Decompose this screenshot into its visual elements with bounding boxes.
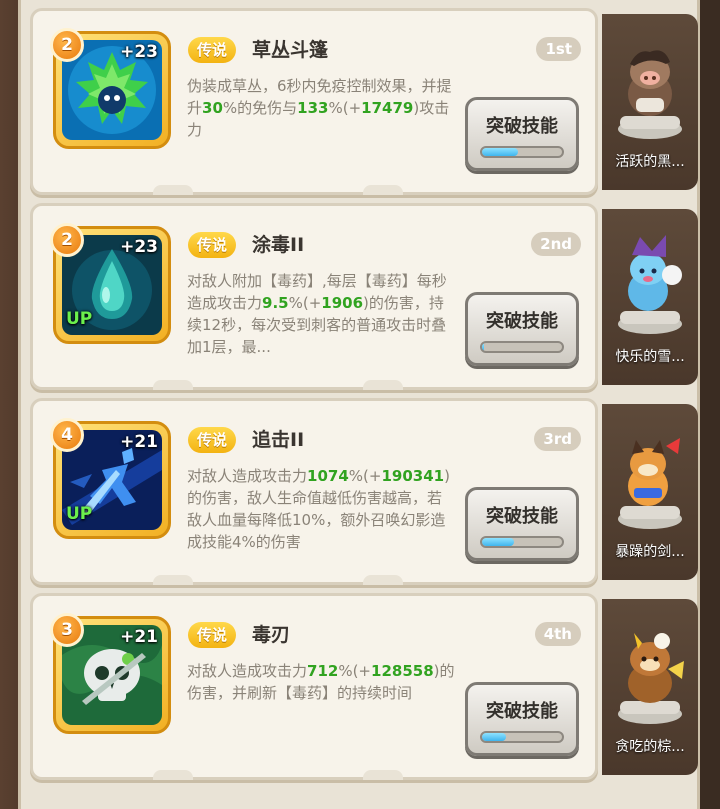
hero-panel[interactable]: 贪吃的棕... — [602, 599, 698, 775]
breakthrough-button-label: 突破技能 — [486, 701, 558, 722]
breakthrough-button[interactable]: 突破技能 — [465, 487, 579, 561]
breakthrough-progress — [480, 341, 564, 353]
skill-row: 4 +21 UP 传说 追击II 3rd 对敌人造成攻击力1074%(+1903… — [30, 398, 700, 593]
skill-card[interactable]: 2 +23 传说 草丛斗篷 1st 伪装成草丛，6秒内免疫控制效果，并提升30%… — [30, 8, 598, 195]
rarity-tag: 传说 — [188, 622, 237, 648]
description-text: 对敌人造成攻击力 — [187, 662, 308, 680]
breakthrough-button[interactable]: 突破技能 — [465, 682, 579, 756]
rank-badge: 1st — [536, 37, 581, 61]
hero-name: 快乐的雪... — [615, 349, 685, 365]
skill-row: 3 +21 传说 毒刃 4th 对敌人造成攻击力712%(+128558)的伤害… — [30, 593, 700, 788]
highlight-value: 190341 — [381, 467, 445, 485]
breakthrough-button-label: 突破技能 — [486, 506, 558, 527]
rarity-tag: 传说 — [188, 427, 237, 453]
rank-badge: 4th — [534, 622, 581, 646]
upgrade-indicator: UP — [66, 504, 93, 524]
skill-description: 伪装成草丛，6秒内免疫控制效果，并提升30%的免伤与133%(+17479)攻击… — [187, 75, 455, 141]
highlight-value: 17479 — [361, 99, 414, 117]
hero-panel[interactable]: 活跃的黑... — [602, 14, 698, 190]
skill-list[interactable]: 2 +23 传说 草丛斗篷 1st 伪装成草丛，6秒内免疫控制效果，并提升30%… — [30, 8, 700, 788]
skill-card[interactable]: 2 +23 UP 传说 涂毒II 2nd 对敌人附加【毒药】,每层【毒药】每秒造… — [30, 203, 598, 390]
highlight-value: 712 — [307, 662, 339, 680]
rank-badge: 2nd — [531, 232, 581, 256]
skill-plus-level: +21 — [120, 627, 158, 647]
progress-fill — [482, 343, 485, 351]
description-text: %(+ — [348, 467, 382, 485]
hero-avatar — [608, 229, 692, 339]
skill-plus-level: +23 — [120, 42, 158, 62]
hero-name: 活跃的黑... — [615, 154, 685, 170]
skill-name: 追击II — [252, 429, 305, 451]
breakthrough-progress — [480, 536, 564, 548]
hero-name: 暴躁的剑... — [615, 544, 685, 560]
rank-badge: 3rd — [534, 427, 581, 451]
skill-name: 草丛斗篷 — [252, 39, 329, 61]
breakthrough-progress — [480, 731, 564, 743]
hero-avatar — [608, 619, 692, 729]
highlight-value: 9.5 — [262, 294, 289, 312]
description-text: %(+ — [288, 294, 322, 312]
hero-avatar — [608, 34, 692, 144]
hero-panel[interactable]: 快乐的雪... — [602, 209, 698, 385]
skill-row: 2 +23 UP 传说 涂毒II 2nd 对敌人附加【毒药】,每层【毒药】每秒造… — [30, 203, 700, 398]
rarity-tag: 传说 — [188, 232, 237, 258]
description-text: %(+ — [328, 99, 362, 117]
upgrade-indicator: UP — [66, 309, 93, 329]
highlight-value: 30 — [202, 99, 223, 117]
description-text: %(+ — [338, 662, 372, 680]
skill-description: 对敌人附加【毒药】,每层【毒药】每秒造成攻击力9.5%(+1906)的伤害，持续… — [187, 270, 455, 358]
progress-fill — [482, 538, 514, 546]
skill-icon-frame[interactable]: 4 +21 UP — [50, 418, 171, 539]
breakthrough-button-label: 突破技能 — [486, 116, 558, 137]
highlight-value: 1074 — [307, 467, 349, 485]
skill-plus-level: +21 — [120, 432, 158, 452]
progress-fill — [482, 733, 506, 741]
breakthrough-progress — [480, 146, 564, 158]
breakthrough-button[interactable]: 突破技能 — [465, 97, 579, 171]
highlight-value: 133 — [297, 99, 329, 117]
skill-level-badge: 3 — [50, 613, 84, 647]
skill-icon-frame[interactable]: 2 +23 — [50, 28, 171, 149]
hero-avatar — [608, 424, 692, 534]
skill-level-badge: 4 — [50, 418, 84, 452]
hero-panel[interactable]: 暴躁的剑... — [602, 404, 698, 580]
description-text: 对敌人造成攻击力 — [187, 467, 308, 485]
rarity-tag: 传说 — [188, 37, 237, 63]
skill-description: 对敌人造成攻击力1074%(+190341)的伤害，敌人生命值越低伤害越高，若敌… — [187, 465, 455, 553]
breakthrough-button-label: 突破技能 — [486, 311, 558, 332]
skill-level-badge: 2 — [50, 28, 84, 62]
skill-name: 毒刃 — [252, 624, 291, 646]
highlight-value: 1906 — [321, 294, 364, 312]
progress-fill — [482, 148, 518, 156]
skill-level-badge: 2 — [50, 223, 84, 257]
skill-plus-level: +23 — [120, 237, 158, 257]
breakthrough-button[interactable]: 突破技能 — [465, 292, 579, 366]
skill-icon-frame[interactable]: 2 +23 UP — [50, 223, 171, 344]
skill-card[interactable]: 3 +21 传说 毒刃 4th 对敌人造成攻击力712%(+128558)的伤害… — [30, 593, 598, 780]
skill-row: 2 +23 传说 草丛斗篷 1st 伪装成草丛，6秒内免疫控制效果，并提升30%… — [30, 8, 700, 203]
description-text: %的免伤与 — [222, 99, 298, 117]
skill-description: 对敌人造成攻击力712%(+128558)的伤害，并刷新【毒药】的持续时间 — [187, 660, 455, 704]
hero-name: 贪吃的棕... — [615, 739, 685, 755]
highlight-value: 128558 — [371, 662, 434, 680]
skill-card[interactable]: 4 +21 UP 传说 追击II 3rd 对敌人造成攻击力1074%(+1903… — [30, 398, 598, 585]
skill-icon-frame[interactable]: 3 +21 — [50, 613, 171, 734]
skill-name: 涂毒II — [252, 234, 305, 256]
